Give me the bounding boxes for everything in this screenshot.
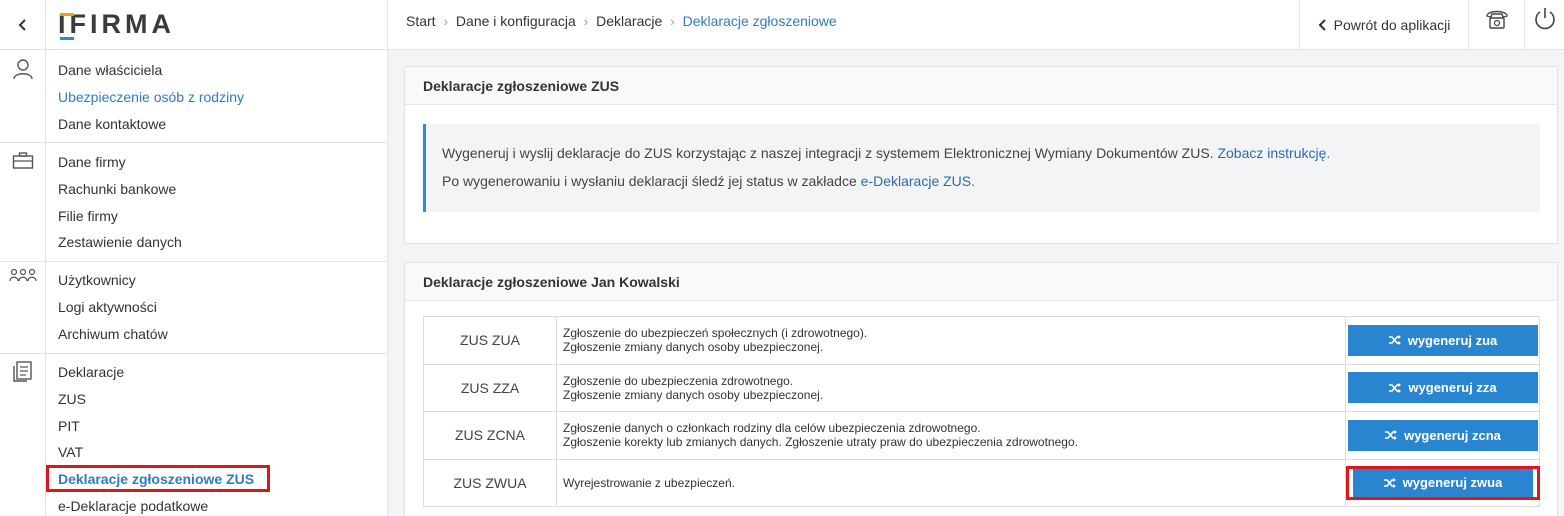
document-icon (0, 360, 46, 382)
breadcrumb-separator-icon: › (583, 13, 589, 29)
declaration-description: Zgłoszenie do ubezpieczeń społecznych (i… (556, 316, 1346, 365)
highlight-box-menu (46, 465, 270, 492)
instruction-link[interactable]: Zobacz instrukcję. (1217, 145, 1330, 161)
menu-item-owner-data[interactable]: Dane właściciela (46, 57, 388, 84)
breadcrumb-current: Deklaracje zgłoszeniowe (682, 13, 837, 29)
action-cell: wygeneruj zza (1345, 363, 1540, 412)
logo[interactable]: IFIRMA (46, 0, 387, 50)
generate-zcna-button[interactable]: wygeneruj zcna (1347, 419, 1538, 451)
shuffle-icon (1388, 335, 1401, 346)
logo-bar-bottom (60, 37, 74, 40)
action-cell: wygeneruj zcna (1345, 411, 1540, 460)
menu-item-users[interactable]: Użytkownicy (46, 267, 388, 294)
table-row: ZUS ZZA Zgłoszenie do ubezpieczenia zdro… (423, 363, 1540, 412)
menu-item-pit[interactable]: PIT (46, 413, 388, 440)
phone-button[interactable] (1468, 0, 1524, 50)
info-line2-text: Po wygenerowaniu i wysłaniu deklaracji ś… (442, 173, 857, 189)
logout-button[interactable] (1524, 0, 1564, 50)
menu-group-declarations: Deklaracje ZUS PIT VAT Deklaracje zgłosz… (46, 359, 388, 516)
table-row: ZUS ZCNA Zgłoszenie danych o członkach r… (423, 411, 1540, 460)
description-line: Zgłoszenie do ubezpieczenia zdrowotnego. (563, 373, 794, 388)
generate-zua-label: wygeneruj zua (1407, 332, 1498, 348)
menu-item-zus[interactable]: ZUS (46, 386, 388, 413)
declaration-code: ZUS ZUA (423, 316, 557, 365)
generate-zza-label: wygeneruj zza (1408, 380, 1497, 396)
description-line: Zgłoszenie do ubezpieczeń społecznych (i… (563, 326, 868, 341)
description-line: Zgłoszenie danych o członkach rodziny dl… (563, 421, 981, 436)
info-panel: Deklaracje zgłoszeniowe ZUS Wygeneruj i … (404, 66, 1558, 244)
menu-item-company-data[interactable]: Dane firmy (46, 149, 388, 176)
description-line: Zgłoszenie korekty lub zmianych danych. … (563, 435, 1078, 450)
generate-zza-button[interactable]: wygeneruj zza (1347, 372, 1538, 404)
breadcrumb-declarations[interactable]: Deklaracje (596, 13, 662, 29)
menu-item-bank-accounts[interactable]: Rachunki bankowe (46, 176, 388, 203)
chevron-left-icon (18, 18, 26, 31)
menu-item-chat-archive[interactable]: Archiwum chatów (46, 321, 388, 348)
declarations-table: ZUS ZUA Zgłoszenie do ubezpieczeń społec… (423, 316, 1540, 507)
collapse-menu-button[interactable] (0, 0, 45, 50)
breadcrumb-config[interactable]: Dane i konfiguracja (456, 13, 576, 29)
e-declarations-zus-link[interactable]: e-Deklaracje ZUS. (861, 173, 975, 189)
settings-menu: IFIRMA Dane właściciela Ubezpieczenie os… (46, 0, 388, 516)
breadcrumb-separator-icon: › (443, 13, 448, 29)
menu-item-branches[interactable]: Filie firmy (46, 203, 388, 230)
description-line: Wyrejestrowanie z ubezpieczeń. (563, 475, 735, 490)
shuffle-icon (1389, 382, 1402, 393)
info-line1-text: Wygeneruj i wyslij deklaracje do ZUS kor… (442, 145, 1214, 161)
table-row: ZUS ZUA Zgłoszenie do ubezpieczeń społec… (423, 316, 1540, 365)
action-cell: wygeneruj zua (1345, 316, 1540, 365)
declaration-description: Wyrejestrowanie z ubezpieczeń. (556, 458, 1346, 507)
info-panel-title: Deklaracje zgłoszeniowe ZUS (405, 67, 1557, 105)
menu-item-e-tax-declarations[interactable]: e-Deklaracje podatkowe (46, 493, 388, 516)
menu-group-company: Dane firmy Rachunki bankowe Filie firmy … (46, 149, 388, 256)
highlight-box-button (1346, 465, 1540, 500)
logo-text: IFIRMA (58, 9, 175, 39)
back-to-app-label: Powrót do aplikacji (1333, 17, 1451, 33)
menu-item-contact-data[interactable]: Dane kontaktowe (46, 111, 388, 138)
declaration-code: ZUS ZCNA (423, 411, 557, 460)
chevron-left-icon (1318, 19, 1326, 31)
declarations-panel: Deklaracje zgłoszeniowe Jan Kowalski ZUS… (404, 262, 1558, 516)
info-box: Wygeneruj i wyslij deklaracje do ZUS kor… (423, 124, 1540, 212)
power-icon (1534, 8, 1555, 30)
declaration-description: Zgłoszenie danych o członkach rodziny dl… (556, 411, 1346, 460)
user-icon (0, 58, 46, 80)
menu-group-owner: Dane właściciela Ubezpieczenie osób z ro… (46, 57, 388, 137)
icon-rail (0, 0, 46, 516)
briefcase-icon (0, 152, 46, 170)
logo-bar-top (60, 13, 74, 16)
action-cell: wygeneruj zwua (1345, 458, 1540, 507)
menu-group-users: Użytkownicy Logi aktywności Archiwum cha… (46, 267, 388, 347)
declaration-code: ZUS ZZA (423, 363, 557, 412)
breadcrumb: Start › Dane i konfiguracja › Deklaracje… (406, 0, 837, 42)
declaration-description: Zgłoszenie do ubezpieczenia zdrowotnego.… (556, 363, 1346, 412)
generate-zua-button[interactable]: wygeneruj zua (1347, 324, 1538, 356)
description-line: Zgłoszenie zmiany danych osoby ubezpiecz… (563, 387, 824, 402)
breadcrumb-separator-icon: › (670, 13, 675, 29)
menu-item-vat[interactable]: VAT (46, 439, 388, 466)
phone-icon (1485, 10, 1508, 29)
declarations-panel-title: Deklaracje zgłoszeniowe Jan Kowalski (405, 263, 1557, 301)
menu-item-data-summary[interactable]: Zestawienie danych (46, 229, 388, 256)
generate-zcna-label: wygeneruj zcna (1404, 427, 1501, 443)
description-line: Zgłoszenie zmiany danych osoby ubezpiecz… (563, 340, 824, 355)
declaration-code: ZUS ZWUA (423, 458, 557, 507)
breadcrumb-start[interactable]: Start (406, 13, 436, 29)
back-to-app-button[interactable]: Powrót do aplikacji (1299, 0, 1468, 50)
shuffle-icon (1385, 430, 1398, 441)
menu-item-activity-logs[interactable]: Logi aktywności (46, 294, 388, 321)
menu-item-declarations[interactable]: Deklaracje (46, 359, 388, 386)
menu-item-family-insurance[interactable]: Ubezpieczenie osób z rodziny (46, 84, 388, 111)
table-row: ZUS ZWUA Wyrejestrowanie z ubezpieczeń. … (423, 458, 1540, 507)
users-icon (0, 268, 46, 282)
topbar: Start › Dane i konfiguracja › Deklaracje… (388, 0, 1564, 50)
